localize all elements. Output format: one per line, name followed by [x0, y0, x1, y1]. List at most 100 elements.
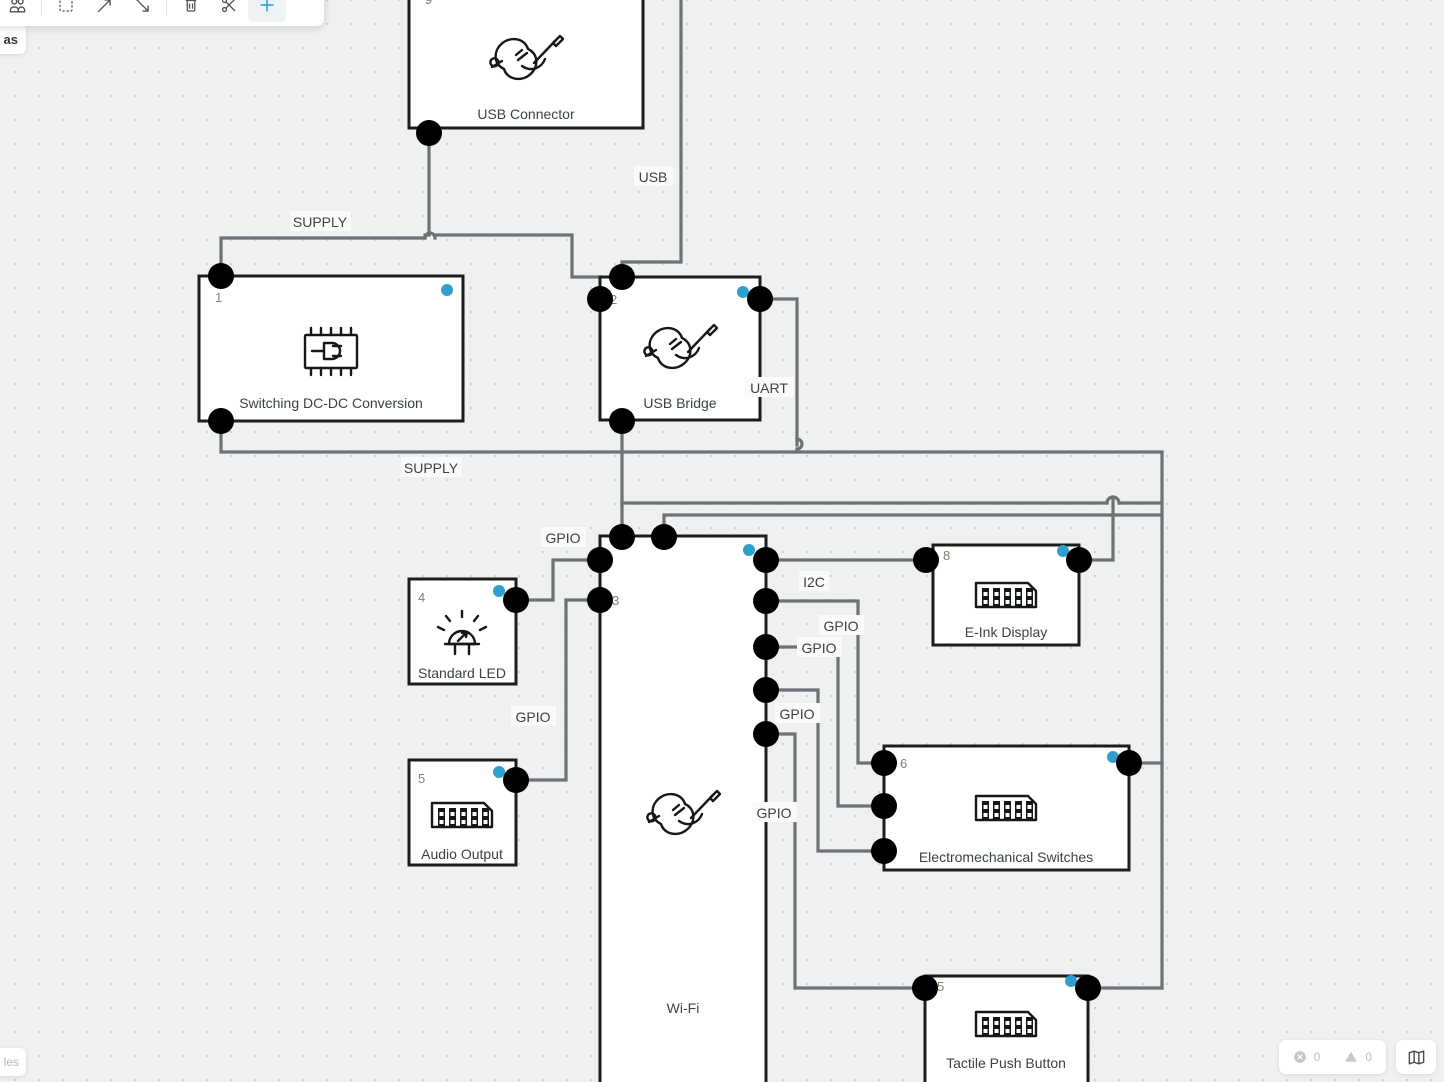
- net-label-uart: UART: [750, 380, 788, 396]
- net-label-gpio-sw-a: GPIO: [823, 618, 858, 634]
- port[interactable]: [208, 408, 234, 434]
- port[interactable]: [208, 263, 234, 289]
- arrow-up-right-icon: [97, 0, 111, 12]
- port[interactable]: [871, 793, 897, 819]
- connect-forward-button[interactable]: [85, 0, 123, 22]
- add-block-button[interactable]: [248, 0, 286, 22]
- block-electromechanical-switches[interactable]: 6 Electromechanical Switches: [871, 744, 1142, 872]
- toolbar-divider: [41, 0, 42, 16]
- group-icon-button[interactable]: [0, 0, 36, 22]
- warning-icon: [1345, 1051, 1358, 1062]
- net-label-gpio-led: GPIO: [545, 530, 580, 546]
- port[interactable]: [587, 587, 613, 613]
- error-count-item[interactable]: 0: [1293, 1050, 1321, 1064]
- connect-backward-button[interactable]: [123, 0, 161, 22]
- status-counts-group: 0 0: [1278, 1040, 1386, 1074]
- port[interactable]: [1116, 750, 1142, 776]
- duplicate-icon: [59, 0, 73, 12]
- port[interactable]: [503, 587, 529, 613]
- port[interactable]: [753, 677, 779, 703]
- map-icon: [1408, 1049, 1424, 1065]
- port[interactable]: [753, 588, 779, 614]
- block-title: Standard LED: [418, 665, 506, 681]
- toolbar-divider: [166, 0, 167, 16]
- canvas-tab-label: as: [3, 31, 18, 47]
- block-tactile-push-button[interactable]: 5 Tactile Push Button: [912, 974, 1101, 1082]
- port[interactable]: [503, 767, 529, 793]
- trash-icon: [185, 0, 197, 12]
- block-usb-connector[interactable]: 9 USB Connector: [407, 0, 656, 146]
- net-label-i2c: I2C: [803, 574, 825, 590]
- status-bar[interactable]: 0 0: [1278, 1040, 1436, 1074]
- port[interactable]: [587, 547, 613, 573]
- net-label-supply-bottom: SUPPLY: [404, 460, 459, 476]
- block-title: Electromechanical Switches: [919, 849, 1093, 865]
- schematic-diagram[interactable]: 9 USB Connector 1 Switching DC-DC Conver…: [0, 0, 1444, 1082]
- net-label-supply-top: SUPPLY: [293, 214, 348, 230]
- net-label-usb: USB: [639, 169, 668, 185]
- status-dot: [493, 585, 505, 597]
- port[interactable]: [416, 120, 442, 146]
- port[interactable]: [871, 750, 897, 776]
- cut-button[interactable]: [210, 0, 248, 22]
- port[interactable]: [871, 838, 897, 864]
- block-usb-bridge[interactable]: 2 USB Bridge: [587, 264, 773, 434]
- rules-tab[interactable]: les: [0, 1048, 26, 1076]
- group-icon: [9, 0, 25, 13]
- net-label-gpio-button: GPIO: [756, 805, 791, 821]
- port[interactable]: [1066, 547, 1092, 573]
- block-e-ink-display[interactable]: 8 E-Ink Display: [913, 543, 1092, 647]
- status-dot: [1065, 975, 1077, 987]
- port[interactable]: [753, 634, 779, 660]
- block-number: 4: [418, 590, 425, 605]
- block-number: 9: [425, 0, 432, 7]
- block-title: Audio Output: [421, 846, 503, 862]
- block-switching-dcdc[interactable]: 1 Switching DC-DC Conversion: [197, 263, 465, 434]
- warning-count-item[interactable]: 0: [1344, 1050, 1372, 1064]
- block-title: E-Ink Display: [965, 624, 1047, 640]
- block-number: 3: [612, 593, 619, 608]
- editor-toolbar[interactable]: [0, 0, 324, 26]
- port[interactable]: [587, 286, 613, 312]
- scissors-icon: [221, 0, 236, 13]
- block-wifi[interactable]: 3 Wi-Fi: [587, 524, 779, 1082]
- duplicate-icon-button[interactable]: [47, 0, 85, 22]
- block-number: 5: [937, 979, 944, 994]
- schematic-editor-canvas[interactable]: 9 USB Connector 1 Switching DC-DC Conver…: [0, 0, 1444, 1082]
- port[interactable]: [747, 286, 773, 312]
- status-dot: [493, 766, 505, 778]
- delete-button[interactable]: [172, 0, 210, 22]
- block-number: 8: [943, 548, 950, 563]
- status-dot: [737, 286, 749, 298]
- rules-tab-label: les: [3, 1055, 19, 1069]
- port[interactable]: [609, 524, 635, 550]
- block-title: Switching DC-DC Conversion: [239, 395, 423, 411]
- block-title: Tactile Push Button: [946, 1055, 1066, 1071]
- port[interactable]: [609, 264, 635, 290]
- net-label-gpio-audio: GPIO: [515, 709, 550, 725]
- net-label-layer: USB SUPPLY UART SUPPLY GPIO I2C GPIO GPI…: [290, 166, 864, 822]
- port[interactable]: [651, 524, 677, 550]
- arrow-down-right-icon: [136, 0, 149, 12]
- port[interactable]: [753, 547, 779, 573]
- block-title: USB Connector: [477, 106, 575, 122]
- block-number: 5: [418, 771, 425, 786]
- block-audio-output[interactable]: 5 Audio Output: [407, 758, 529, 867]
- port[interactable]: [912, 975, 938, 1001]
- port[interactable]: [913, 547, 939, 573]
- status-dot: [441, 284, 453, 296]
- port[interactable]: [753, 721, 779, 747]
- port[interactable]: [609, 408, 635, 434]
- error-count: 0: [1313, 1050, 1321, 1064]
- net-label-gpio-sw-b: GPIO: [801, 640, 836, 656]
- block-standard-led[interactable]: 4 Standard LED: [407, 577, 529, 686]
- block-number: 1: [215, 290, 222, 305]
- error-icon: [1293, 1051, 1306, 1063]
- block-title: Wi-Fi: [667, 1000, 700, 1016]
- port[interactable]: [1075, 975, 1101, 1001]
- warning-count: 0: [1365, 1050, 1372, 1064]
- minimap-toggle-button[interactable]: [1396, 1040, 1436, 1074]
- status-dot: [743, 544, 755, 556]
- canvas-tab[interactable]: as: [0, 24, 26, 54]
- plus-icon: [260, 0, 274, 12]
